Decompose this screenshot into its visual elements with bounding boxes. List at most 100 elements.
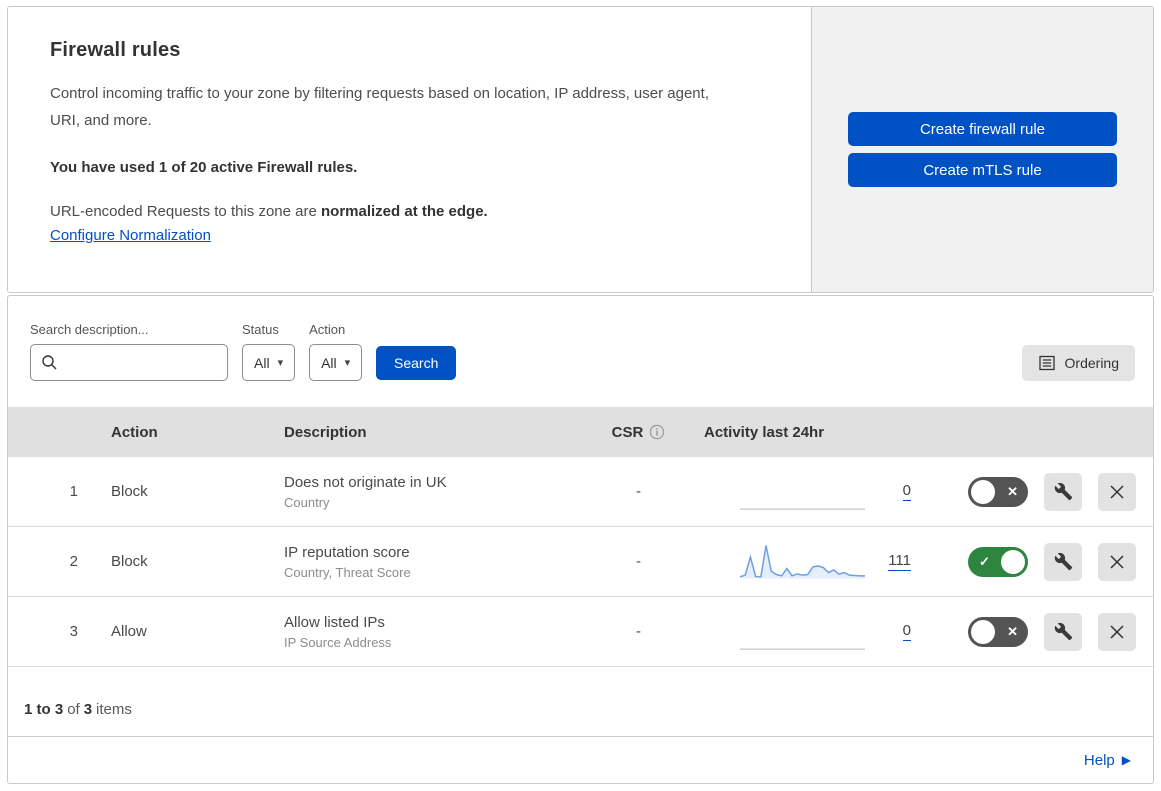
firewall-rules-page: Firewall rules Control incoming traffic … [0,0,1161,791]
action-filter-group: Action All ▾ [309,322,363,381]
rule-description: IP reputation score [284,543,410,561]
search-label: Search description... [30,322,149,337]
items-label: items [96,701,132,718]
ordering-list-icon [1038,355,1055,371]
create-mtls-rule-button[interactable]: Create mTLS rule [848,153,1117,187]
rules-list-card: Search description... Status All ▾ Actio… [7,295,1154,784]
configure-normalization-link[interactable]: Configure Normalization [50,227,211,244]
info-icon[interactable] [649,424,665,440]
wrench-icon [1054,622,1072,641]
activity-count-link[interactable]: 0 [902,622,911,641]
ordering-button[interactable]: Ordering [1021,345,1135,381]
toggle-knob [971,479,995,504]
pagination-summary: 1 to 3 of 3 items [8,667,1153,736]
overview-text: Firewall rules Control incoming traffic … [8,7,811,292]
action-dropdown[interactable]: All ▾ [309,344,363,381]
table-header-row: Action Description CSR Activity last 24h… [8,407,1153,457]
activity-sparkline [740,473,865,511]
header-csr-label: CSR [611,423,644,441]
items-of: of [67,701,80,718]
action-label: Action [309,322,346,337]
rule-controls: ✕ [941,472,1153,511]
toggle-knob [1001,549,1025,574]
rule-enabled-toggle[interactable]: ✕ [968,476,1028,507]
rule-description-cell: IP reputation score Country, Threat Scor… [271,544,586,580]
help-bar: Help ▶ [8,736,1153,783]
activity-count-link[interactable]: 111 [888,552,911,571]
edit-rule-button[interactable] [1044,472,1082,511]
rule-activity-cell: 0 [691,613,941,651]
normalization-text: URL-encoded Requests to this zone are [50,203,321,220]
status-dropdown-value: All [254,354,270,371]
rule-controls: ✓ [941,542,1153,581]
wrench-icon [1054,552,1072,571]
activity-sparkline [740,543,865,578]
action-dropdown-value: All [321,354,337,371]
activity-count-link[interactable]: 0 [902,482,911,501]
wrench-icon [1054,482,1072,501]
normalization-note: URL-encoded Requests to this zone are no… [50,203,769,220]
overview-card: Firewall rules Control incoming traffic … [7,6,1154,293]
toggle-state-icon: ✕ [1007,483,1018,499]
chevron-down-icon: ▾ [344,357,351,369]
rule-activity-cell: 111 [691,543,941,581]
rule-number: 2 [69,553,78,570]
search-filter-group: Search description... [30,322,228,381]
delete-rule-button[interactable] [1098,612,1136,651]
rule-enabled-toggle[interactable]: ✕ [968,616,1028,647]
chevron-down-icon: ▾ [277,357,284,369]
search-box[interactable] [30,344,228,381]
rule-criteria: Country, Threat Score [284,564,411,580]
activity-sparkline [740,613,865,651]
edit-rule-button[interactable] [1044,612,1082,651]
status-filter-group: Status All ▾ [242,322,296,381]
table-row: 1 Block Does not originate in UK Country… [8,457,1153,527]
rule-action: Block [111,553,148,570]
close-icon [1110,484,1124,499]
filter-bar: Search description... Status All ▾ Actio… [8,296,1153,407]
search-icon [42,355,57,370]
rule-enabled-toggle[interactable]: ✓ [968,546,1028,577]
arrow-right-icon: ▶ [1121,753,1131,767]
page-description: Control incoming traffic to your zone by… [50,85,709,129]
status-dropdown[interactable]: All ▾ [242,344,296,381]
rule-description-cell: Allow listed IPs IP Source Address [271,614,586,650]
usage-summary: You have used 1 of 20 active Firewall ru… [50,159,358,176]
rule-action: Allow [111,623,147,640]
ordering-button-label: Ordering [1064,355,1119,371]
create-firewall-rule-button[interactable]: Create firewall rule [848,112,1117,146]
status-label: Status [242,322,279,337]
rule-number: 3 [69,623,78,640]
rule-csr: - [636,483,641,500]
table-row: 3 Allow Allow listed IPs IP Source Addre… [8,597,1153,667]
search-input[interactable] [64,353,217,372]
rule-csr: - [636,623,641,640]
header-csr: CSR [586,424,691,441]
actions-panel: Create firewall rule Create mTLS rule [811,7,1153,292]
toggle-state-icon: ✓ [979,553,990,569]
normalization-bold-text: normalized at the edge. [321,203,488,220]
delete-rule-button[interactable] [1098,472,1136,511]
close-icon [1110,554,1124,569]
delete-rule-button[interactable] [1098,542,1136,581]
rule-criteria: IP Source Address [284,634,392,650]
rule-number: 1 [69,483,78,500]
rule-criteria: Country [284,494,330,510]
rule-description-cell: Does not originate in UK Country [271,474,586,510]
rule-action: Block [111,483,148,500]
toggle-knob [971,619,995,644]
items-total: 3 [83,701,93,718]
rule-activity-cell: 0 [691,473,941,511]
rule-description: Does not originate in UK [284,473,447,491]
rule-description: Allow listed IPs [284,613,385,631]
toggle-state-icon: ✕ [1007,623,1018,639]
close-icon [1110,624,1124,639]
help-link[interactable]: Help [1084,752,1115,769]
table-row: 2 Block IP reputation score Country, Thr… [8,527,1153,597]
rule-controls: ✕ [941,612,1153,651]
edit-rule-button[interactable] [1044,542,1082,581]
search-button[interactable]: Search [376,346,457,380]
items-range: 1 to 3 [24,701,64,718]
header-activity: Activity last 24hr [704,423,825,441]
rule-csr: - [636,553,641,570]
